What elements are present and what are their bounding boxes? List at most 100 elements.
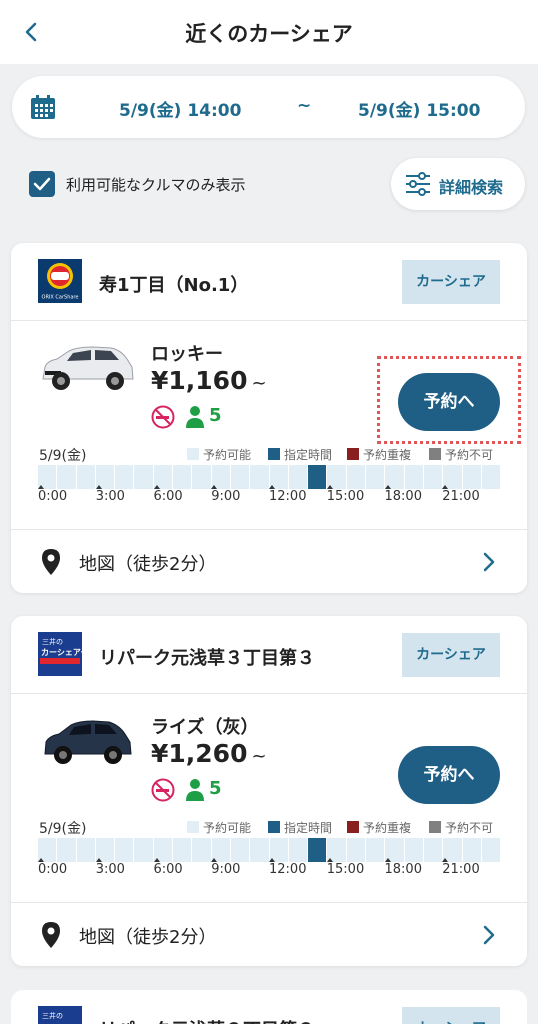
- timeline-slot: [288, 838, 308, 862]
- map-label: 地図（徒歩2分）: [79, 554, 217, 575]
- timeline-slot: [134, 465, 153, 489]
- filter-row: 利用可能なクルマのみ表示 詳細検索: [0, 156, 538, 212]
- timeline-tick-label: 0:00: [38, 485, 68, 504]
- timeline-slot: [230, 838, 250, 862]
- station-card: ORIX CarShare 寿1丁目（No.1） カーシェア ロッキー ¥1,1…: [11, 243, 527, 593]
- timeline-tick-label: 15:00: [326, 858, 365, 877]
- timeline-slot: [250, 838, 269, 862]
- map-pin-icon: [42, 549, 60, 575]
- car-price: ¥1,160 ~: [151, 366, 267, 395]
- available-only-label[interactable]: 利用可能なクルマのみ表示: [66, 174, 246, 195]
- timeline-tick-label: 18:00: [384, 858, 422, 877]
- car-image: [42, 346, 134, 390]
- legend-unavailable: 予約不可: [429, 446, 493, 463]
- calendar-icon: [31, 95, 55, 119]
- timeline-slot: [134, 838, 153, 862]
- no-smoking-icon: [151, 405, 175, 429]
- timeline-slot: [192, 838, 211, 862]
- legend-available: 予約可能: [187, 819, 251, 836]
- legend-overlap: 予約重複: [347, 819, 411, 836]
- timeline-tick-label: 21:00: [442, 485, 480, 504]
- carshare-tag: カーシェア: [402, 1007, 500, 1024]
- timeline-slot: [57, 465, 76, 489]
- timeline-slot: [76, 465, 95, 489]
- map-label: 地図（徒歩2分）: [79, 927, 217, 948]
- timeline-slot: [115, 465, 134, 489]
- legend-available: 予約可能: [187, 446, 251, 463]
- start-datetime[interactable]: 5/9(金) 14:00: [119, 96, 241, 121]
- svg-text:ORIX CarShare: ORIX CarShare: [42, 295, 79, 301]
- car-name: ロッキー: [151, 344, 223, 365]
- date-range-bar[interactable]: 5/9(金) 14:00 ~ 5/9(金) 15:00: [12, 76, 525, 138]
- mitsui-carshares-logo: 三井の カーシェアーズ: [38, 632, 82, 676]
- timeline-slot: [423, 465, 443, 489]
- available-only-checkbox[interactable]: [29, 171, 55, 197]
- timeline-slot: [173, 465, 192, 489]
- reserve-button[interactable]: 予約へ: [398, 746, 500, 804]
- person-icon: [186, 779, 204, 801]
- seat-capacity: 5: [209, 778, 222, 799]
- timeline-slot-selected: [308, 838, 327, 862]
- timeline-slot: [57, 838, 76, 862]
- timeline-tick-label: 21:00: [442, 858, 480, 877]
- timeline-slot: [366, 465, 385, 489]
- car-image: [44, 720, 132, 764]
- timeline-slot-selected: [308, 465, 327, 489]
- timeline-tick-label: 15:00: [326, 485, 365, 504]
- timeline-ticks: 0:00 3:00 6:00 9:00 12:00 15:00 18:00 21:00: [38, 858, 500, 886]
- timeline-slot: [173, 838, 192, 862]
- legend-overlap: 予約重複: [347, 446, 411, 463]
- date-separator: ~: [297, 96, 312, 116]
- timeline-slot: [288, 465, 308, 489]
- timeline-tick-label: 18:00: [384, 485, 422, 504]
- timeline-slot: [481, 838, 501, 862]
- timeline-tick-label: 3:00: [95, 485, 125, 504]
- timeline-slot: [115, 838, 134, 862]
- timeline-ticks: 0:00 3:00 6:00 9:00 12:00 15:00 18:00 21:00: [38, 485, 500, 513]
- station-card: 三井の カーシェアーズ リパーク元浅草３丁目第３ カーシェア ライズ（灰） ¥1…: [11, 616, 527, 966]
- timeline-slot: [404, 838, 423, 862]
- detail-search-button[interactable]: 詳細検索: [391, 158, 525, 210]
- timeline-tick-label: 6:00: [153, 858, 183, 877]
- map-link[interactable]: 地図（徒歩2分）: [11, 902, 527, 966]
- timeline-tick-label: 3:00: [95, 858, 125, 877]
- no-smoking-icon: [151, 778, 175, 802]
- person-icon: [186, 406, 204, 428]
- station-name: 寿1丁目（No.1）: [99, 275, 249, 296]
- reserve-button[interactable]: 予約へ: [398, 373, 500, 431]
- timeline-date: 5/9(金): [39, 821, 87, 837]
- timeline-slot: [230, 465, 250, 489]
- timeline-slot: [346, 465, 366, 489]
- carshare-tag: カーシェア: [402, 633, 500, 677]
- svg-text:三井の: 三井の: [42, 637, 63, 646]
- chevron-right-icon: [483, 552, 495, 572]
- timeline-tick-label: 6:00: [153, 485, 183, 504]
- legend-selected: 指定時間: [268, 819, 332, 836]
- timeline-tick-label: 12:00: [269, 858, 307, 877]
- timeline-tick-label: 9:00: [211, 858, 241, 877]
- timeline-slot: [76, 838, 95, 862]
- legend-selected: 指定時間: [268, 446, 332, 463]
- page-title: 近くのカーシェア: [185, 22, 353, 46]
- svg-text:三井の: 三井の: [42, 1011, 63, 1020]
- map-pin-icon: [42, 922, 60, 948]
- end-datetime[interactable]: 5/9(金) 15:00: [358, 96, 480, 121]
- timeline-slot: [423, 838, 443, 862]
- chevron-right-icon: [483, 925, 495, 945]
- timeline-tick-label: 9:00: [211, 485, 241, 504]
- checkmark-icon: [33, 177, 51, 191]
- timeline-slot: [250, 465, 269, 489]
- timeline-tick-label: 12:00: [269, 485, 307, 504]
- detail-search-label: 詳細検索: [439, 178, 504, 197]
- timeline-slot: [346, 838, 366, 862]
- map-link[interactable]: 地図（徒歩2分）: [11, 529, 527, 593]
- timeline-slot: [462, 465, 481, 489]
- timeline-tick-label: 0:00: [38, 858, 68, 877]
- car-price: ¥1,260 ~: [151, 739, 267, 768]
- orix-carshare-logo: ORIX CarShare: [38, 259, 82, 303]
- mitsui-carshares-logo: 三井の: [38, 1006, 82, 1024]
- timeline-slot: [404, 465, 423, 489]
- station-name: リパーク元浅草３丁目第３: [99, 1016, 315, 1024]
- sliders-icon: [406, 172, 430, 196]
- carshare-tag: カーシェア: [402, 260, 500, 304]
